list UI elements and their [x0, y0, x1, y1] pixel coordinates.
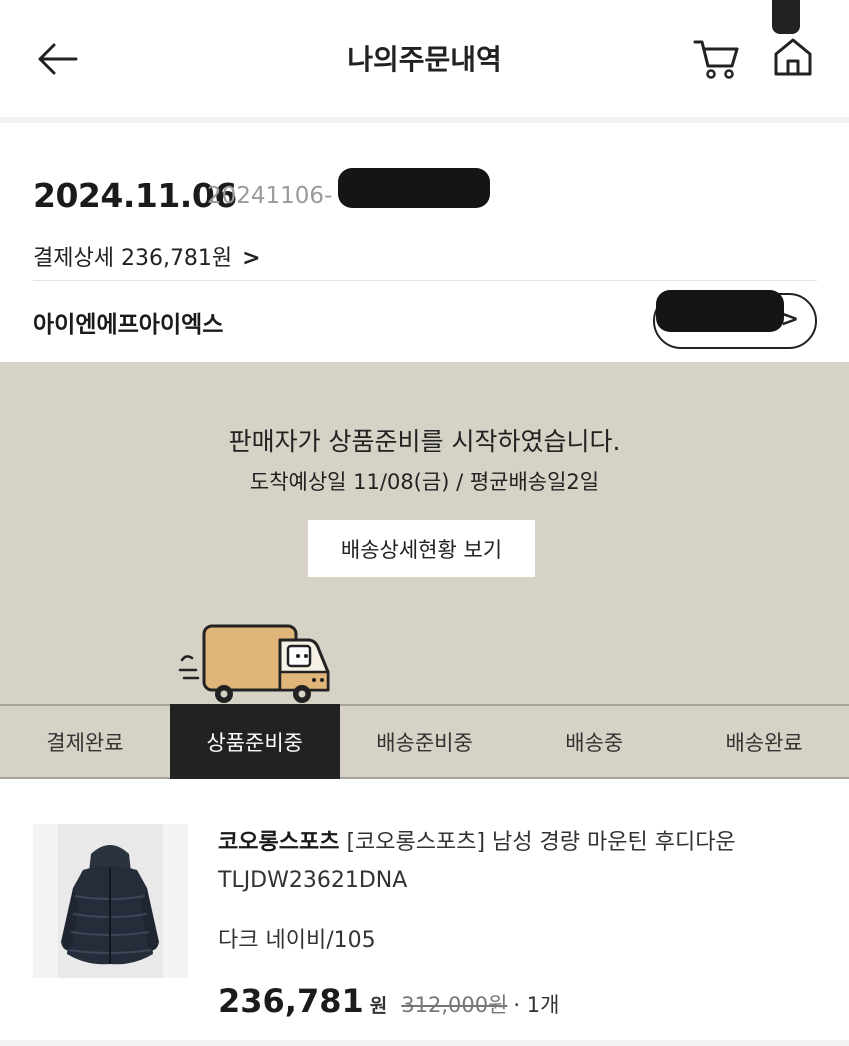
step-preparing-shipment[interactable]: 배송준비중: [340, 706, 510, 777]
product-price: 236,781: [218, 982, 364, 1020]
step-in-transit[interactable]: 배송중: [509, 706, 679, 777]
step-preparing-product[interactable]: 상품준비중: [169, 704, 340, 779]
redaction-seller-button: [656, 290, 784, 332]
home-button[interactable]: [770, 34, 816, 80]
product-title[interactable]: 코오롱스포츠 [코오롱스포츠] 남성 경량 마운틴 후디다운 TLJDW2362…: [218, 824, 818, 900]
down-jacket-image: [58, 824, 163, 978]
step-delivered[interactable]: 배송완료: [679, 706, 849, 777]
order-progress-steps: 결제완료 상품준비중 배송준비중 배송중 배송완료: [0, 704, 849, 779]
bottom-divider: [0, 1040, 849, 1046]
delivery-status-panel: 판매자가 상품준비를 시작하였습니다. 도착예상일 11/08(금) / 평균배…: [0, 362, 849, 704]
home-icon: [774, 38, 812, 76]
cart-button[interactable]: [692, 36, 742, 82]
price-currency: 원: [369, 995, 388, 1017]
original-price: 312,000원: [401, 993, 508, 1017]
price-row: 236,781 원 312,000원 · 1개: [218, 982, 559, 1020]
order-number: 20241106-: [207, 183, 333, 209]
arrival-estimate: 도착예상일 11/08(금) / 평균배송일2일: [249, 470, 600, 494]
redaction-order-number: [338, 168, 490, 208]
product-image[interactable]: [33, 824, 188, 978]
cart-icon: [693, 40, 739, 79]
step-payment-complete[interactable]: 결제완료: [0, 706, 170, 777]
status-message: 판매자가 상품준비를 시작하였습니다.: [228, 427, 621, 456]
chevron-right-icon: >: [242, 246, 261, 271]
app-header: 나의주문내역: [0, 0, 849, 117]
payment-detail-label: 결제상세 236,781원: [33, 246, 233, 271]
product-brand: 코오롱스포츠: [218, 830, 340, 855]
seller-name: 아이엔에프아이엑스: [33, 312, 224, 338]
header-divider: [0, 117, 849, 123]
status-bar-notch: [772, 0, 800, 34]
product-option: 다크 네이비/105: [218, 928, 376, 953]
delivery-detail-button[interactable]: 배송상세현황 보기: [308, 520, 535, 577]
product-quantity: · 1개: [513, 993, 560, 1017]
payment-detail-link[interactable]: 결제상세 236,781원 >: [33, 240, 261, 272]
row-divider: [33, 280, 817, 281]
delivery-truck-icon: [178, 624, 330, 703]
